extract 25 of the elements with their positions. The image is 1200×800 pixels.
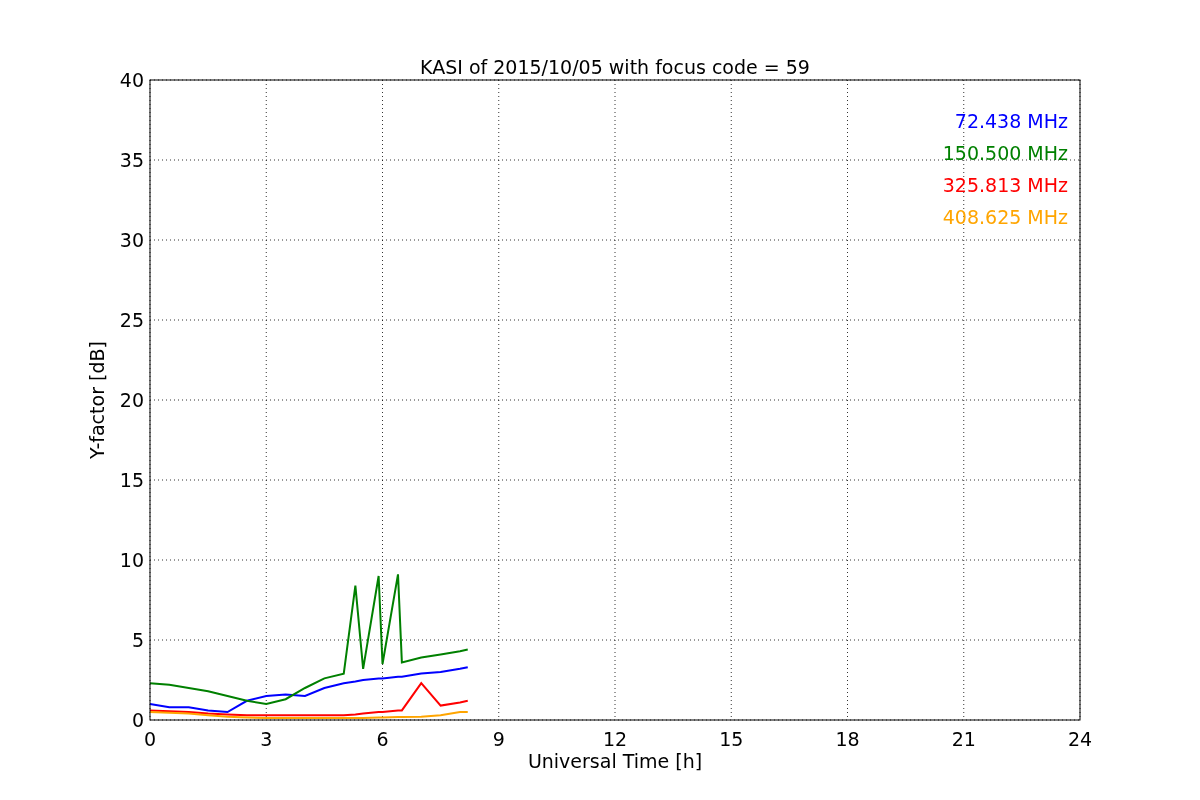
- x-axis-label: Universal Time [h]: [527, 750, 703, 772]
- tick-label: 21: [951, 728, 976, 750]
- tick-label: 40: [119, 69, 144, 91]
- tick-label: 35: [119, 149, 144, 171]
- legend-label: 408.625 MHz: [942, 206, 1068, 228]
- tick-label: 10: [119, 549, 144, 571]
- tick-label: 20: [119, 389, 144, 411]
- tick-label: 24: [1067, 728, 1093, 750]
- legend-label: 72.438 MHz: [954, 110, 1068, 132]
- legend-label: 325.813 MHz: [942, 174, 1068, 196]
- tick-label: 18: [835, 728, 860, 750]
- chart-title: KASI of 2015/10/05 with focus code = 59: [420, 56, 810, 78]
- tick-label: 3: [260, 728, 273, 750]
- tick-label: 6: [376, 728, 389, 750]
- tick-label: 9: [492, 728, 505, 750]
- tick-label: 5: [131, 629, 144, 651]
- tick-label: 25: [119, 309, 144, 331]
- tick-label: 0: [143, 728, 157, 750]
- tick-label: 15: [719, 728, 744, 750]
- legend-label: 150.500 MHz: [942, 142, 1068, 164]
- y-axis-label: Y-factor [dB]: [86, 341, 108, 459]
- tick-label: 12: [602, 728, 628, 750]
- tick-label: 0: [131, 709, 144, 731]
- tick-label: 30: [119, 229, 144, 251]
- tick-label: 15: [119, 469, 144, 491]
